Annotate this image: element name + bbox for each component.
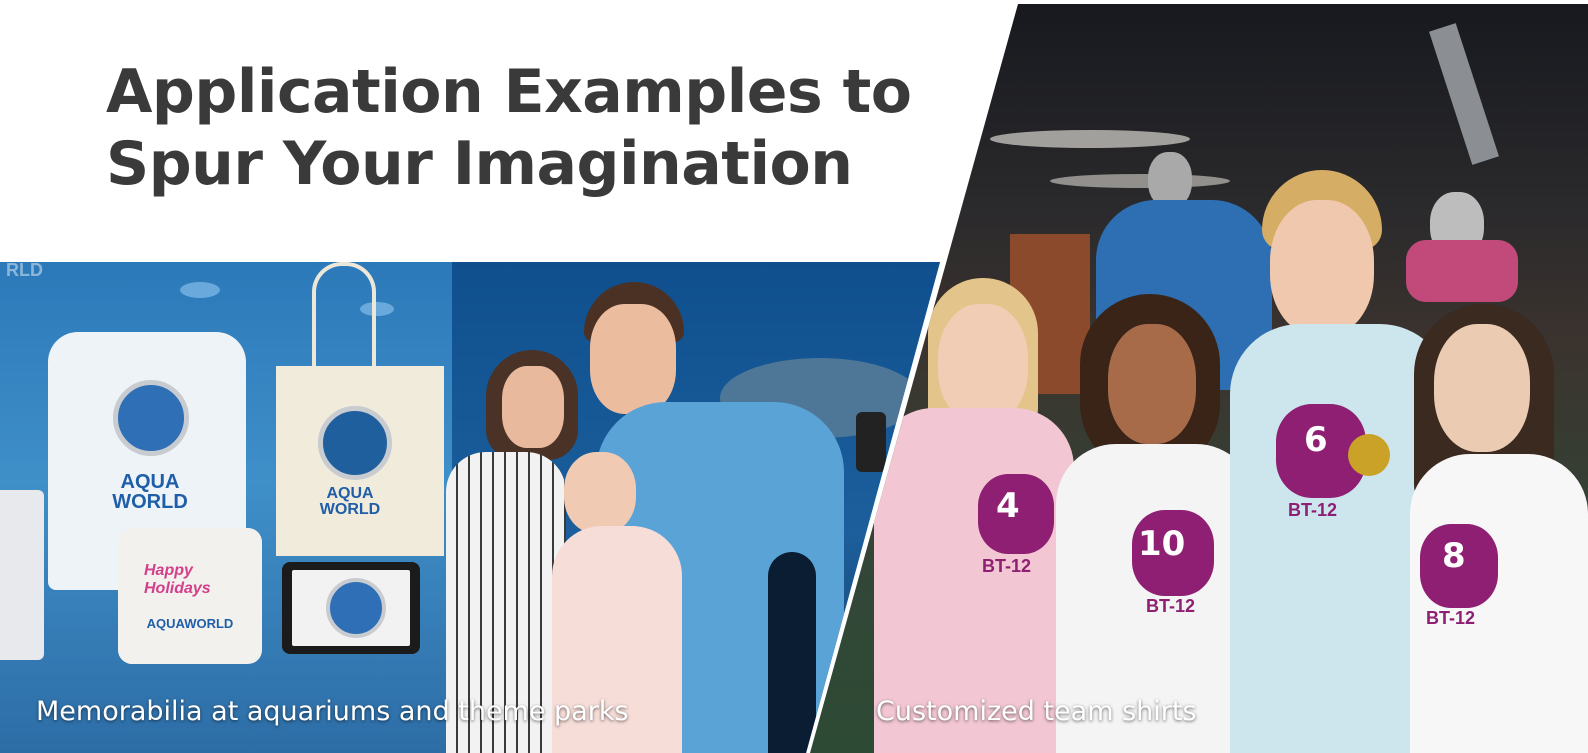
bag-logo: AQUA WORLD <box>300 486 400 518</box>
background-watermark: RLD <box>6 262 43 280</box>
shirt-number: 6 <box>1304 420 1328 460</box>
page-title: Application Examples to Spur Your Imagin… <box>106 56 912 200</box>
woman-face <box>502 366 564 448</box>
bag-logo-line-1: AQUA <box>326 485 374 502</box>
ceiling-light <box>990 130 1190 148</box>
pillow-logo-text: AQUAWORLD <box>146 616 234 631</box>
tablet-portrait-circle <box>326 578 386 638</box>
team-name-text: BT-12 <box>1146 596 1196 616</box>
fish-silhouette <box>180 282 220 298</box>
clownfish-print-circle <box>318 406 392 480</box>
shirt-number: 10 <box>1138 524 1186 564</box>
girl2-face <box>1108 324 1196 444</box>
team-name-text: BT-12 <box>1288 500 1338 520</box>
pillow-script-text: Happy Holidays <box>144 562 211 597</box>
tote-bag-handle <box>312 262 376 376</box>
man-face <box>590 304 676 414</box>
team-name-text: BT-12 <box>1426 608 1476 628</box>
printer-device <box>0 490 44 660</box>
mannequin-pink-top <box>1406 240 1518 302</box>
soccer-ball-graphic <box>1348 434 1390 476</box>
aquarium-caption: Memorabilia at aquariums and theme parks <box>36 696 629 727</box>
bag-logo-line-2: WORLD <box>319 501 381 518</box>
page-title-line-2: Spur Your Imagination <box>106 129 853 199</box>
ceiling-light <box>1050 174 1230 188</box>
team-shirts-caption: Customized team shirts <box>876 696 1197 727</box>
lighting-rail <box>1429 23 1499 165</box>
boy-face <box>1270 200 1374 336</box>
shirt-logo: AQUA WORLD <box>100 472 200 512</box>
aquarium-memorabilia-image: RLD AQUA WORLD AQUA WORLD Happy Holidays… <box>0 262 940 753</box>
shirt-number: 4 <box>996 486 1020 526</box>
baby-face <box>564 452 636 534</box>
shirt-number: 8 <box>1442 536 1466 576</box>
page-title-line-1: Application Examples to <box>106 57 912 127</box>
team-shirts-image: 4 BT-12 10 BT-12 6 BT-12 8 BT-12 Customi… <box>810 4 1588 753</box>
visitor-silhouette <box>768 552 816 753</box>
shirt-logo-line-2: WORLD <box>112 491 188 513</box>
portrait-print-circle <box>113 380 189 456</box>
girl1-face <box>938 304 1028 424</box>
shirt-logo-line-1: AQUA <box>120 471 180 493</box>
team-name-text: BT-12 <box>982 556 1032 576</box>
girl3-face <box>1434 324 1530 452</box>
smartphone <box>856 412 886 472</box>
